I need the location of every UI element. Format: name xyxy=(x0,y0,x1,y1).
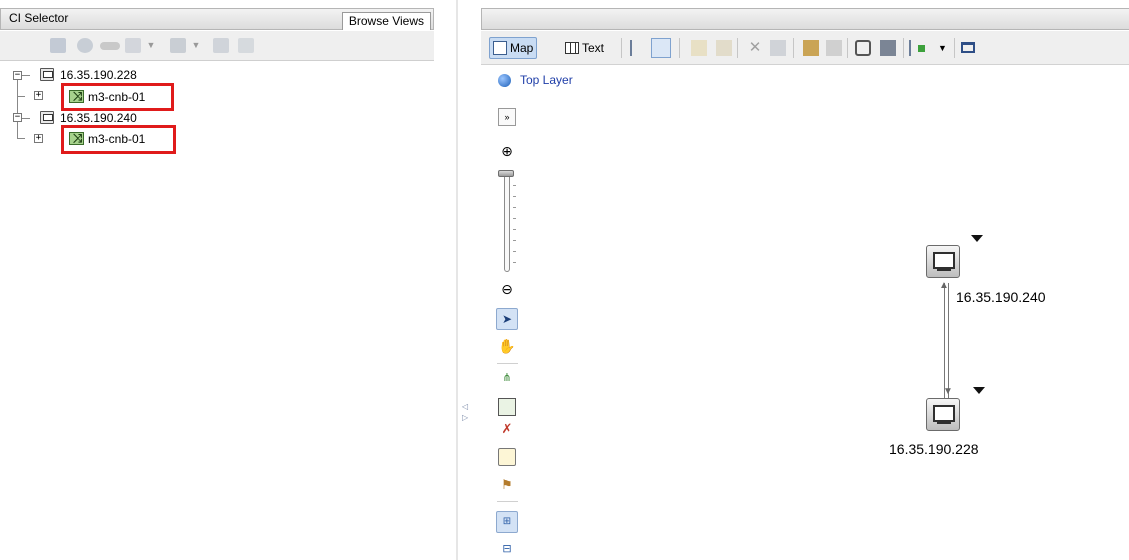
pan-hand-icon[interactable]: ✋ xyxy=(498,337,516,355)
collapse-left-icon[interactable]: ◁ xyxy=(462,402,468,411)
node-menu-arrow-icon[interactable] xyxy=(971,235,983,242)
tree-collapse-toggle[interactable]: − xyxy=(13,71,22,80)
globe-icon xyxy=(498,74,511,87)
tree-layout-icon[interactable]: ⊞ xyxy=(496,511,518,533)
panel-title: CI Selector xyxy=(9,11,69,25)
zoom-tick xyxy=(513,229,516,230)
window-icon[interactable] xyxy=(961,42,975,53)
topology-panel: Map Text ✕ ▼ Top Layer » ⊕ ⊖ ➤ ✋ ⋔ ✗ ⚑ ⊞… xyxy=(478,0,1129,560)
select-pointer-icon[interactable]: ➤ xyxy=(496,308,518,330)
arrow-down-icon: ▼ xyxy=(943,386,953,397)
ci-details-icon[interactable] xyxy=(498,448,516,466)
toolbar-separator xyxy=(737,38,738,58)
move-up-icon[interactable] xyxy=(691,40,707,56)
hierarchy-layout-icon[interactable]: ⋔ xyxy=(498,369,516,387)
remove-relation-icon[interactable]: ✗ xyxy=(498,420,516,438)
expand-right-icon[interactable]: ▷ xyxy=(462,413,468,422)
map-node-host-240[interactable] xyxy=(926,245,960,278)
zoom-tick xyxy=(513,218,516,219)
highlight-box xyxy=(61,83,174,111)
zoom-tick xyxy=(513,207,516,208)
chevron-down-icon[interactable]: ▼ xyxy=(938,40,954,56)
topology-header xyxy=(481,8,1129,30)
palette-separator xyxy=(497,363,518,364)
toolbar-separator xyxy=(903,38,904,58)
toolbar-separator xyxy=(954,38,955,58)
link-icon[interactable] xyxy=(100,42,120,50)
toolbar-separator xyxy=(847,38,848,58)
up-arrow-icon[interactable] xyxy=(630,40,646,56)
map-node-label: 16.35.190.240 xyxy=(956,289,1046,305)
org-layout-icon[interactable]: ⊟ xyxy=(498,540,516,558)
layout-icon[interactable] xyxy=(651,38,671,58)
map-node-host-228[interactable] xyxy=(926,398,960,431)
table-icon xyxy=(565,42,579,54)
ci-tree: − 16.35.190.228 + ⤨ m3-cnb-01 − 16.35.19… xyxy=(0,62,434,560)
text-view-label: Text xyxy=(582,41,605,55)
text-view-button[interactable]: Text xyxy=(561,37,608,59)
toolbar-separator xyxy=(679,38,680,58)
database-icon[interactable] xyxy=(77,38,93,53)
node-menu-arrow-icon[interactable] xyxy=(973,387,985,394)
arrow-up-icon: ▲ xyxy=(939,280,949,291)
zoom-tick xyxy=(513,196,516,197)
new-item-icon[interactable] xyxy=(125,38,141,53)
add-plus-icon[interactable] xyxy=(918,45,925,52)
breadcrumb-top-layer[interactable]: Top Layer xyxy=(520,73,573,87)
tree-node-host[interactable]: 16.35.190.240 xyxy=(60,111,137,125)
fit-to-window-icon[interactable] xyxy=(498,398,516,416)
map-view-label: Map xyxy=(510,41,534,55)
new-ci-icon[interactable] xyxy=(803,40,819,56)
host-icon xyxy=(40,111,54,124)
tab-browse-views[interactable]: Browse Views xyxy=(341,12,431,30)
map-icon xyxy=(493,41,507,55)
map-view-button[interactable]: Map xyxy=(489,37,538,59)
save-icon[interactable] xyxy=(170,38,186,53)
ci-selector-header: CI Selector Browse Views xyxy=(0,8,434,30)
zoom-out-icon[interactable]: ⊖ xyxy=(498,280,516,298)
copy-icon[interactable] xyxy=(238,38,254,53)
zoom-tick xyxy=(513,185,516,186)
map-node-label: 16.35.190.228 xyxy=(889,441,979,457)
tree-expand-toggle[interactable]: + xyxy=(34,134,43,143)
ci-selector-panel: CI Selector Browse Views ▼ ▼ − 16.35.190… xyxy=(0,0,437,560)
highlight-box xyxy=(61,125,176,154)
toolbar-separator xyxy=(793,38,794,58)
flag-icon[interactable]: ⚑ xyxy=(498,476,516,494)
zoom-in-icon[interactable]: ⊕ xyxy=(498,142,516,160)
zoom-slider-thumb[interactable] xyxy=(498,170,514,177)
panel-splitter[interactable]: ◁ ▷ xyxy=(437,0,478,560)
ci-selector-toolbar: ▼ ▼ xyxy=(0,31,434,61)
splitter-bar xyxy=(456,0,458,560)
topology-toolbar: Map Text ✕ ▼ xyxy=(481,31,1129,65)
tree-node-host[interactable]: 16.35.190.228 xyxy=(60,68,137,82)
delete-icon[interactable]: ✕ xyxy=(747,40,763,56)
host-icon xyxy=(40,68,54,81)
zoom-tick xyxy=(513,240,516,241)
history-icon[interactable] xyxy=(855,40,871,56)
properties-icon[interactable] xyxy=(770,40,786,56)
palette-separator xyxy=(497,501,518,502)
chevron-down-icon[interactable]: ▼ xyxy=(191,39,201,51)
zoom-tick xyxy=(513,262,516,263)
relation-line[interactable] xyxy=(948,283,949,401)
pin-icon[interactable] xyxy=(50,38,66,53)
move-down-icon[interactable] xyxy=(716,40,732,56)
compare-icon[interactable] xyxy=(880,40,896,56)
related-ci-icon[interactable] xyxy=(826,40,842,56)
zoom-tick xyxy=(513,251,516,252)
toolbar-separator xyxy=(621,38,622,58)
export-icon[interactable] xyxy=(213,38,229,53)
chevron-down-icon[interactable]: ▼ xyxy=(146,39,156,51)
tree-expand-toggle[interactable]: + xyxy=(34,91,43,100)
zoom-slider[interactable] xyxy=(504,172,510,272)
expand-panel-icon[interactable]: » xyxy=(498,108,516,126)
relation-line[interactable] xyxy=(944,283,945,401)
tree-collapse-toggle[interactable]: − xyxy=(13,113,22,122)
